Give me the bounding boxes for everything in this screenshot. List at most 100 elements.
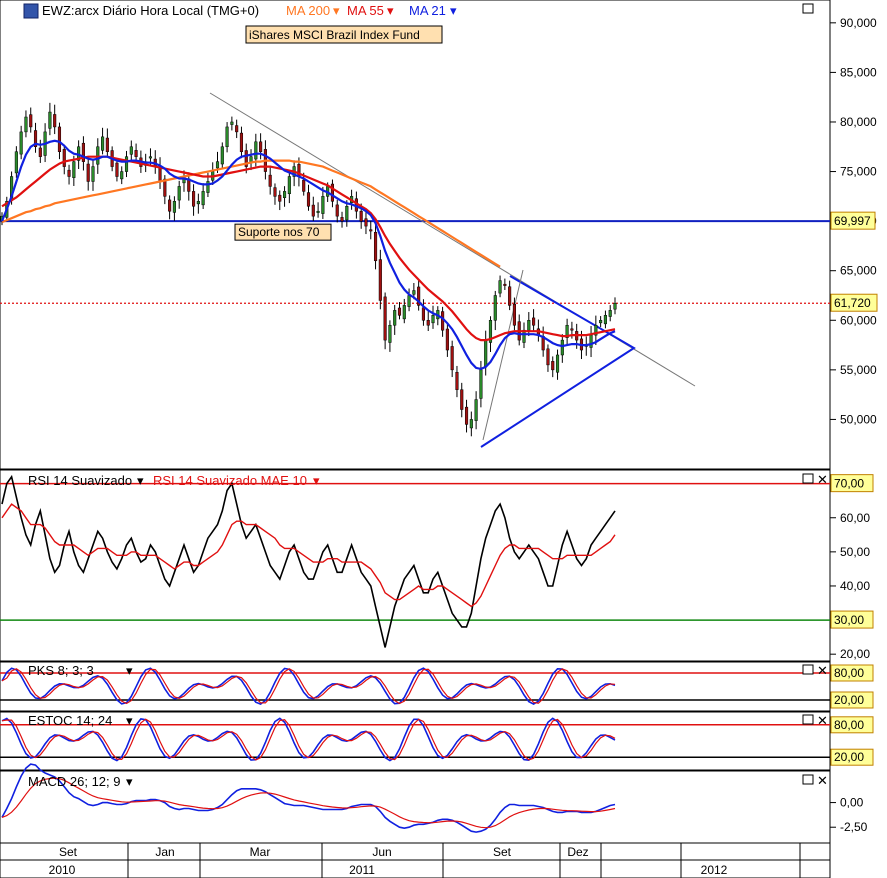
estoc-maximize-button[interactable]: [802, 714, 814, 725]
price-ytick-label: 65,000: [840, 264, 877, 278]
estoc-level-label: 80,00: [834, 718, 864, 732]
candle-body: [134, 150, 138, 157]
candle-body: [101, 136, 105, 151]
macd-legend[interactable]: MACD 26; 12; 9: [28, 774, 121, 789]
price-ytick-label: 80,000: [840, 115, 877, 129]
rsi-ytick-label: 40,00: [840, 579, 870, 593]
pks-maximize-button[interactable]: [802, 664, 814, 675]
candle-body: [302, 179, 306, 192]
macd-dropdown-icon[interactable]: ▾: [126, 774, 133, 789]
estoc-close-icon[interactable]: ✕: [817, 713, 828, 728]
macd-close-icon[interactable]: ✕: [817, 773, 828, 788]
candle-body: [532, 317, 536, 326]
candle-body: [484, 339, 488, 367]
pks-dropdown-icon[interactable]: ▾: [126, 663, 133, 678]
candle-body: [397, 307, 402, 316]
pks-level-label: 20,00: [834, 693, 864, 707]
rsi-ema-legend[interactable]: RSI 14 Suavizado MAE 10: [153, 473, 307, 488]
price-ytick-label: 55,000: [840, 363, 877, 377]
ma21-dropdown-icon[interactable]: ▾: [450, 3, 457, 18]
candle-body: [378, 259, 382, 301]
candle-body: [388, 324, 392, 343]
x-month-label: Mar: [250, 845, 271, 859]
candle-body: [316, 210, 320, 213]
pks-legend[interactable]: PKS 8; 3; 3: [28, 663, 94, 678]
candle-body: [124, 156, 129, 172]
candle-body: [57, 126, 62, 152]
price-ytick-label: 75,000: [840, 165, 877, 179]
candle-body: [527, 320, 531, 331]
candle-body: [311, 204, 315, 217]
candle-body: [369, 229, 373, 232]
candle-body: [407, 295, 411, 307]
macd-maximize-button[interactable]: [802, 774, 814, 785]
x-month-label: Set: [59, 845, 78, 859]
candle-body: [273, 187, 277, 197]
x-year-label: 2011: [349, 863, 375, 877]
candle-body: [340, 217, 344, 222]
ma200-dropdown-icon[interactable]: ▾: [333, 3, 340, 18]
price-ytick-label: 85,000: [840, 65, 877, 79]
estoc-legend[interactable]: ESTOC 14; 24: [28, 713, 112, 728]
candle-body: [345, 206, 349, 221]
fund-name: iShares MSCI Brazil Index Fund: [249, 28, 420, 42]
symbol-title[interactable]: EWZ:arcx Diário Hora Local (TMG+0): [42, 3, 259, 18]
ma55-dropdown-icon[interactable]: ▾: [387, 3, 394, 18]
x-month-label: Jan: [155, 845, 174, 859]
candle-body: [460, 389, 464, 410]
estoc-panel: [0, 711, 831, 771]
rsi-close-icon[interactable]: ✕: [817, 472, 828, 487]
ma21-legend[interactable]: MA 21: [409, 3, 446, 18]
candle-body: [589, 334, 593, 348]
candle-body: [259, 141, 263, 152]
ma55-legend[interactable]: MA 55: [347, 3, 384, 18]
candle-body: [239, 132, 244, 152]
ma200-legend[interactable]: MA 200: [286, 3, 330, 18]
macd-ytick-label: 0,00: [840, 796, 864, 810]
candle-body: [48, 111, 52, 129]
pks-close-icon[interactable]: ✕: [817, 663, 828, 678]
candle-body: [86, 163, 90, 182]
rsi-dropdown-icon[interactable]: ▾: [137, 473, 144, 488]
rsi-maximize-button[interactable]: [802, 473, 814, 484]
rsi-ytick-label: 50,00: [840, 545, 870, 559]
price-panel: [0, 0, 831, 470]
price-maximize-button[interactable]: [802, 3, 814, 14]
candle-body: [508, 286, 512, 306]
candle-body: [402, 305, 406, 320]
candle-body: [129, 146, 133, 155]
rsi-panel: [0, 469, 831, 662]
rsi-ema-dropdown-icon[interactable]: ▾: [313, 473, 320, 488]
last-price-label: 61,720: [834, 296, 871, 310]
candle-body: [603, 315, 607, 325]
candle-body: [115, 162, 119, 177]
candle-body: [498, 280, 502, 294]
x-month-label: Dez: [567, 845, 588, 859]
candle-body: [306, 192, 311, 207]
candle-body: [464, 406, 469, 425]
candle-body: [53, 114, 57, 128]
price-ytick-label: 50,000: [840, 412, 877, 426]
rsi-legend[interactable]: RSI 14 Suavizado: [28, 473, 132, 488]
candle-body: [599, 320, 603, 324]
candle-body: [503, 283, 507, 286]
estoc-dropdown-icon[interactable]: ▾: [126, 713, 133, 728]
candle-body: [393, 310, 397, 326]
candle-body: [177, 186, 181, 201]
candle-body: [287, 176, 291, 195]
candle-body: [278, 194, 282, 202]
candle-body: [335, 204, 339, 217]
app-icon[interactable]: [23, 3, 39, 19]
candle-body: [282, 191, 287, 198]
candle-body: [493, 295, 497, 321]
candle-body: [560, 339, 564, 356]
candle-body: [441, 311, 445, 331]
candle-body: [19, 131, 23, 155]
candle-body: [608, 310, 612, 317]
rsi-ytick-label: 20,00: [840, 647, 870, 661]
candle-body: [14, 151, 18, 174]
candle-body: [24, 116, 28, 133]
candle-body: [148, 156, 153, 159]
x-year-label: 2012: [701, 863, 728, 877]
candle-body: [72, 161, 76, 178]
